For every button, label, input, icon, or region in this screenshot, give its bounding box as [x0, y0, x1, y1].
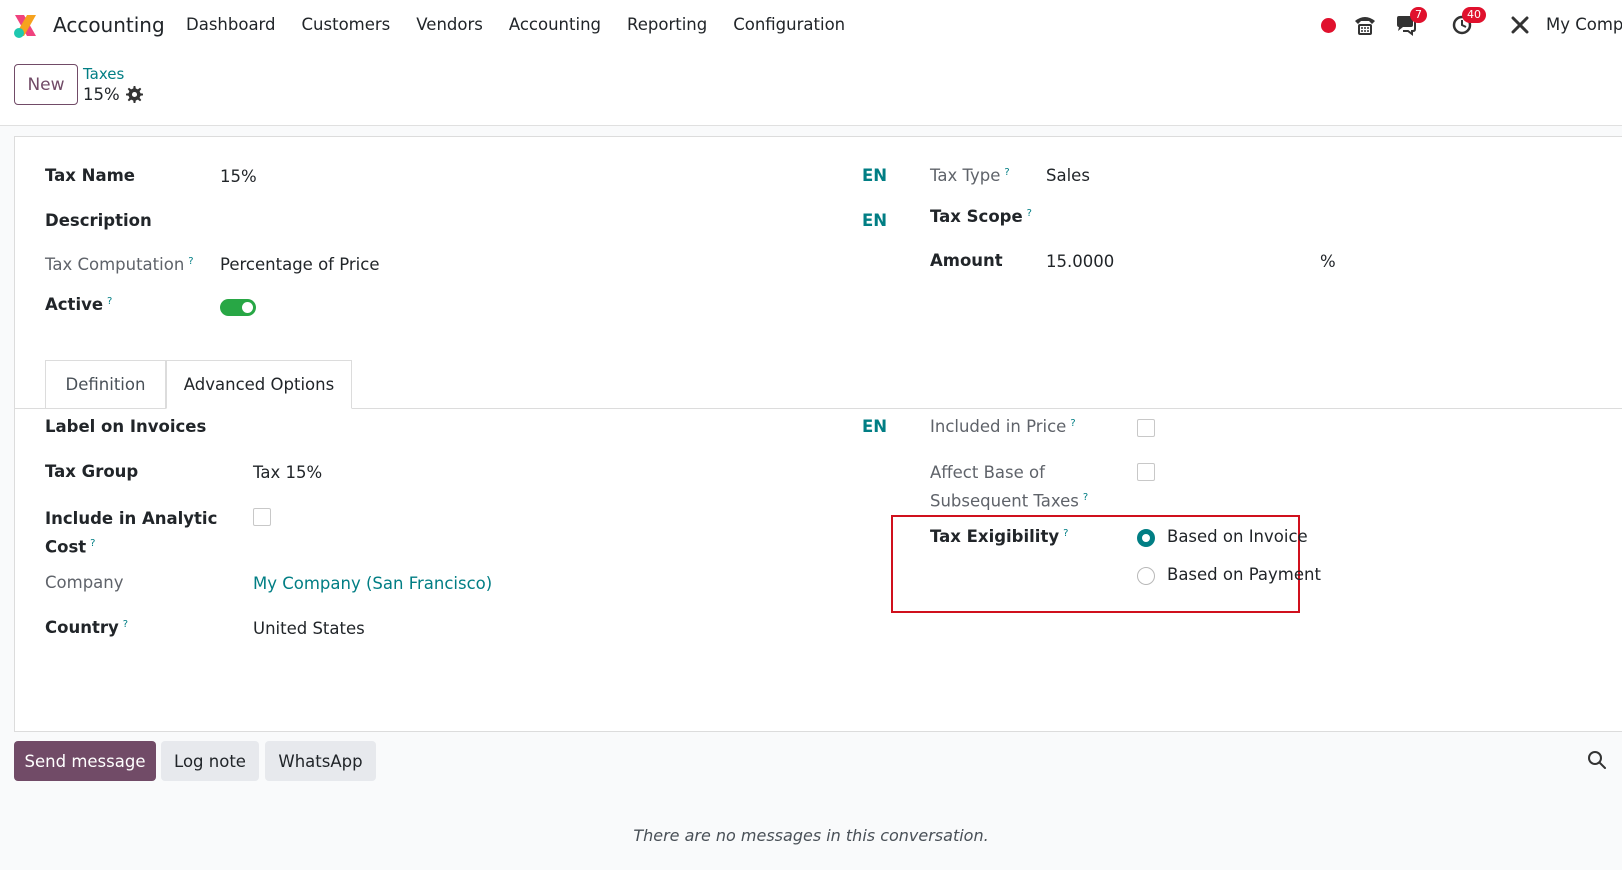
- company-label: Company: [45, 573, 124, 592]
- help-tooltip-icon[interactable]: ?: [90, 538, 95, 549]
- include-analytic-label: Include in Analytic Cost?: [45, 509, 218, 557]
- breadcrumb-current: 15%: [83, 85, 120, 104]
- amount-label: Amount: [930, 251, 1003, 270]
- tax-type-field[interactable]: Sales: [1046, 166, 1090, 185]
- tax-exigibility-label: Tax Exigibility?: [930, 527, 1069, 546]
- tax-computation-label: Tax Computation?: [45, 255, 194, 274]
- no-messages-text: There are no messages in this conversati…: [633, 826, 989, 845]
- app-name[interactable]: Accounting: [53, 13, 165, 37]
- menu-dashboard[interactable]: Dashboard: [186, 15, 276, 34]
- help-tooltip-icon[interactable]: ?: [107, 296, 112, 307]
- accounting-app-icon[interactable]: [12, 12, 39, 39]
- help-tooltip-icon[interactable]: ?: [1027, 208, 1032, 219]
- tax-name-field[interactable]: 15%: [220, 167, 257, 186]
- debug-tools-icon[interactable]: [1508, 10, 1532, 40]
- search-icon[interactable]: [1587, 750, 1607, 770]
- country-label: Country?: [45, 618, 129, 637]
- based-on-payment-label[interactable]: Based on Payment: [1167, 565, 1321, 584]
- help-tooltip-icon[interactable]: ?: [1063, 528, 1068, 539]
- amount-unit: %: [1320, 252, 1336, 271]
- tax-name-label: Tax Name: [45, 166, 135, 185]
- control-panel: New Taxes 15%: [0, 50, 1622, 126]
- tax-type-label: Tax Type?: [930, 166, 1010, 185]
- send-message-button[interactable]: Send message: [14, 741, 156, 781]
- top-navbar: Accounting Dashboard Customers Vendors A…: [0, 0, 1622, 50]
- label-on-invoices-label: Label on Invoices: [45, 417, 207, 436]
- help-tooltip-icon[interactable]: ?: [188, 256, 193, 267]
- help-tooltip-icon[interactable]: ?: [1083, 492, 1088, 503]
- based-on-invoice-label[interactable]: Based on Invoice: [1167, 527, 1308, 546]
- tax-name-lang-button[interactable]: EN: [862, 166, 887, 185]
- label-on-invoices-lang-button[interactable]: EN: [862, 417, 887, 436]
- menu-customers[interactable]: Customers: [302, 15, 391, 34]
- tab-advanced-options[interactable]: Advanced Options: [166, 360, 352, 409]
- menu-configuration[interactable]: Configuration: [733, 15, 845, 34]
- include-analytic-checkbox[interactable]: [253, 508, 271, 526]
- active-label: Active?: [45, 295, 113, 314]
- included-in-price-label: Included in Price?: [930, 417, 1076, 436]
- help-tooltip-icon[interactable]: ?: [1070, 418, 1075, 429]
- whatsapp-button[interactable]: WhatsApp: [265, 741, 376, 781]
- breadcrumb-taxes[interactable]: Taxes: [83, 65, 124, 83]
- messages-badge: 7: [1410, 7, 1427, 23]
- affect-base-label: Affect Base of Subsequent Taxes?: [930, 463, 1089, 511]
- included-in-price-checkbox[interactable]: [1137, 419, 1155, 437]
- based-on-payment-radio[interactable]: [1137, 567, 1155, 585]
- active-toggle[interactable]: [220, 299, 256, 316]
- activities-badge: 40: [1462, 7, 1486, 23]
- company-field[interactable]: My Company (San Francisco): [253, 574, 492, 593]
- country-field[interactable]: United States: [253, 619, 365, 638]
- tax-scope-label: Tax Scope?: [930, 207, 1032, 226]
- form-sheet: Tax Name 15% EN Description EN Tax Compu…: [14, 136, 1622, 732]
- phone-icon[interactable]: [1352, 10, 1378, 40]
- activities-icon[interactable]: 40: [1448, 7, 1486, 40]
- tax-computation-field[interactable]: Percentage of Price: [220, 255, 379, 274]
- new-button[interactable]: New: [14, 64, 78, 105]
- gear-icon[interactable]: [126, 86, 143, 103]
- recording-status-icon[interactable]: [1318, 10, 1338, 40]
- main-menu: Dashboard Customers Vendors Accounting R…: [186, 15, 871, 34]
- tax-group-field[interactable]: Tax 15%: [253, 463, 322, 482]
- tax-group-label: Tax Group: [45, 462, 139, 481]
- messages-icon[interactable]: 7: [1392, 7, 1427, 40]
- affect-base-checkbox[interactable]: [1137, 463, 1155, 481]
- amount-field[interactable]: 15.0000: [1046, 252, 1114, 271]
- help-tooltip-icon[interactable]: ?: [1004, 167, 1009, 178]
- description-lang-button[interactable]: EN: [862, 211, 887, 230]
- menu-vendors[interactable]: Vendors: [416, 15, 483, 34]
- menu-accounting[interactable]: Accounting: [509, 15, 601, 34]
- log-note-button[interactable]: Log note: [161, 741, 259, 781]
- help-tooltip-icon[interactable]: ?: [123, 619, 128, 630]
- tab-definition[interactable]: Definition: [45, 360, 166, 408]
- menu-reporting[interactable]: Reporting: [627, 15, 707, 34]
- chatter: Send message Log note WhatsApp There are…: [0, 732, 1622, 870]
- based-on-invoice-radio[interactable]: [1137, 529, 1155, 547]
- description-label: Description: [45, 211, 152, 230]
- company-switcher[interactable]: My Comp: [1546, 15, 1622, 34]
